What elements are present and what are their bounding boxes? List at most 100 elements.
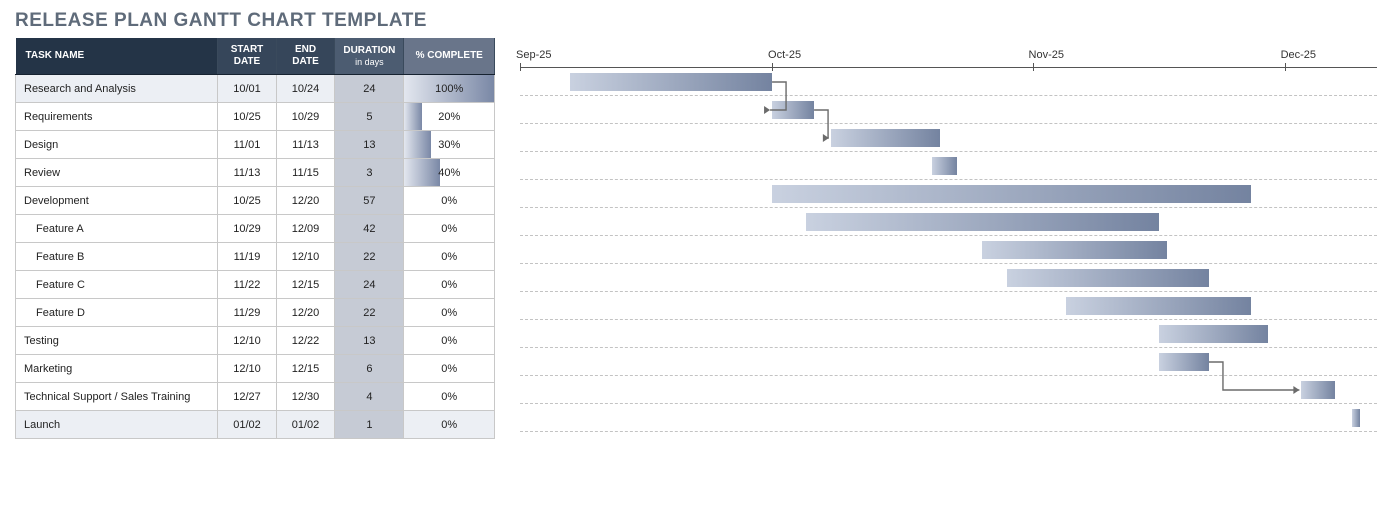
end-date-cell[interactable]: 12/22 bbox=[276, 327, 335, 355]
start-date-cell[interactable]: 01/02 bbox=[218, 411, 277, 439]
task-name-cell[interactable]: Review bbox=[16, 159, 218, 187]
duration-cell[interactable]: 57 bbox=[335, 187, 404, 215]
pct-complete-cell[interactable]: 30% bbox=[404, 131, 495, 159]
start-date-cell[interactable]: 10/01 bbox=[218, 75, 277, 103]
gantt-bar[interactable] bbox=[772, 101, 814, 119]
table-row: Feature A10/2912/09420% bbox=[16, 215, 495, 243]
gantt-bar[interactable] bbox=[570, 73, 772, 91]
pct-text: 0% bbox=[441, 195, 457, 207]
pct-text: 20% bbox=[438, 111, 460, 123]
task-name-cell[interactable]: Testing bbox=[16, 327, 218, 355]
table-row: Marketing12/1012/156 0% bbox=[16, 355, 495, 383]
task-name-cell[interactable]: Feature B bbox=[16, 243, 218, 271]
task-name-cell[interactable]: Marketing bbox=[16, 355, 218, 383]
pct-complete-cell[interactable]: 0% bbox=[404, 187, 495, 215]
page-title: RELEASE PLAN GANTT CHART TEMPLATE bbox=[15, 10, 1377, 32]
col-header-task: TASK NAME bbox=[16, 38, 218, 75]
duration-cell[interactable]: 13 bbox=[335, 131, 404, 159]
gantt-bar[interactable] bbox=[806, 213, 1159, 231]
duration-cell[interactable]: 42 bbox=[335, 215, 404, 243]
gantt-bar[interactable] bbox=[1159, 325, 1268, 343]
task-name-cell[interactable]: Feature C bbox=[16, 271, 218, 299]
end-date-cell[interactable]: 12/15 bbox=[276, 355, 335, 383]
end-date-cell[interactable]: 12/20 bbox=[276, 187, 335, 215]
task-name-cell[interactable]: Technical Support / Sales Training bbox=[16, 383, 218, 411]
table-row: Feature D11/2912/20220% bbox=[16, 299, 495, 327]
duration-cell[interactable]: 24 bbox=[335, 75, 404, 103]
end-date-cell[interactable]: 10/24 bbox=[276, 75, 335, 103]
col-header-start: START DATE bbox=[218, 38, 277, 75]
start-date-cell[interactable]: 10/25 bbox=[218, 103, 277, 131]
gantt-row bbox=[520, 96, 1377, 124]
end-date-cell[interactable]: 12/10 bbox=[276, 243, 335, 271]
pct-text: 0% bbox=[441, 391, 457, 403]
pct-complete-cell[interactable]: 0% bbox=[404, 271, 495, 299]
end-date-cell[interactable]: 11/13 bbox=[276, 131, 335, 159]
gantt-bar[interactable] bbox=[982, 241, 1167, 259]
gantt-row bbox=[520, 292, 1377, 320]
start-date-cell[interactable]: 10/29 bbox=[218, 215, 277, 243]
duration-cell[interactable]: 22 bbox=[335, 243, 404, 271]
gantt-bar[interactable] bbox=[1159, 353, 1209, 371]
end-date-cell[interactable]: 01/02 bbox=[276, 411, 335, 439]
duration-cell[interactable]: 5 bbox=[335, 103, 404, 131]
task-name-cell[interactable]: Launch bbox=[16, 411, 218, 439]
pct-complete-cell[interactable]: 0% bbox=[404, 215, 495, 243]
end-date-cell[interactable]: 10/29 bbox=[276, 103, 335, 131]
gantt-bar[interactable] bbox=[1352, 409, 1360, 427]
end-date-cell[interactable]: 11/15 bbox=[276, 159, 335, 187]
task-name-cell[interactable]: Development bbox=[16, 187, 218, 215]
pct-complete-cell[interactable]: 0% bbox=[404, 327, 495, 355]
start-date-cell[interactable]: 12/10 bbox=[218, 355, 277, 383]
start-date-cell[interactable]: 12/10 bbox=[218, 327, 277, 355]
pct-text: 40% bbox=[438, 167, 460, 179]
pct-complete-cell[interactable]: 0% bbox=[404, 243, 495, 271]
gantt-bar[interactable] bbox=[1301, 381, 1335, 399]
table-header-row: TASK NAME START DATE END DATE DURATION i… bbox=[16, 38, 495, 75]
pct-complete-cell[interactable]: 0% bbox=[404, 411, 495, 439]
end-date-cell[interactable]: 12/09 bbox=[276, 215, 335, 243]
pct-complete-cell[interactable]: 0% bbox=[404, 355, 495, 383]
pct-complete-cell[interactable]: 40% bbox=[404, 159, 495, 187]
task-table-wrap: TASK NAME START DATE END DATE DURATION i… bbox=[15, 38, 495, 439]
start-date-cell[interactable]: 10/25 bbox=[218, 187, 277, 215]
start-date-cell[interactable]: 11/13 bbox=[218, 159, 277, 187]
duration-cell[interactable]: 22 bbox=[335, 299, 404, 327]
start-date-cell[interactable]: 11/01 bbox=[218, 131, 277, 159]
gantt-row bbox=[520, 320, 1377, 348]
table-row: Review11/1311/153 40% bbox=[16, 159, 495, 187]
start-date-cell[interactable]: 11/22 bbox=[218, 271, 277, 299]
start-date-cell[interactable]: 11/29 bbox=[218, 299, 277, 327]
task-name-cell[interactable]: Feature D bbox=[16, 299, 218, 327]
task-name-cell[interactable]: Requirements bbox=[16, 103, 218, 131]
start-date-cell[interactable]: 12/27 bbox=[218, 383, 277, 411]
end-date-cell[interactable]: 12/15 bbox=[276, 271, 335, 299]
pct-complete-cell[interactable]: 0% bbox=[404, 383, 495, 411]
duration-cell[interactable]: 6 bbox=[335, 355, 404, 383]
pct-complete-cell[interactable]: 0% bbox=[404, 299, 495, 327]
duration-cell[interactable]: 24 bbox=[335, 271, 404, 299]
duration-cell[interactable]: 13 bbox=[335, 327, 404, 355]
col-header-pct: % COMPLETE bbox=[404, 38, 495, 75]
table-row: Development10/2512/2057 0% bbox=[16, 187, 495, 215]
gantt-bar[interactable] bbox=[831, 129, 940, 147]
pct-complete-cell[interactable]: 20% bbox=[404, 103, 495, 131]
task-name-cell[interactable]: Feature A bbox=[16, 215, 218, 243]
end-date-cell[interactable]: 12/20 bbox=[276, 299, 335, 327]
duration-cell[interactable]: 4 bbox=[335, 383, 404, 411]
task-name-cell[interactable]: Research and Analysis bbox=[16, 75, 218, 103]
gantt-bar[interactable] bbox=[772, 185, 1251, 203]
table-row: Technical Support / Sales Training12/271… bbox=[16, 383, 495, 411]
pct-text: 0% bbox=[441, 363, 457, 375]
gantt-rows bbox=[520, 68, 1377, 432]
gantt-chart: Sep-25Oct-25Nov-25Dec-25 bbox=[520, 38, 1377, 432]
end-date-cell[interactable]: 12/30 bbox=[276, 383, 335, 411]
duration-cell[interactable]: 1 bbox=[335, 411, 404, 439]
gantt-bar[interactable] bbox=[1066, 297, 1251, 315]
task-name-cell[interactable]: Design bbox=[16, 131, 218, 159]
start-date-cell[interactable]: 11/19 bbox=[218, 243, 277, 271]
gantt-bar[interactable] bbox=[1007, 269, 1209, 287]
duration-cell[interactable]: 3 bbox=[335, 159, 404, 187]
gantt-bar[interactable] bbox=[932, 157, 957, 175]
pct-complete-cell[interactable]: 100% bbox=[404, 75, 495, 103]
